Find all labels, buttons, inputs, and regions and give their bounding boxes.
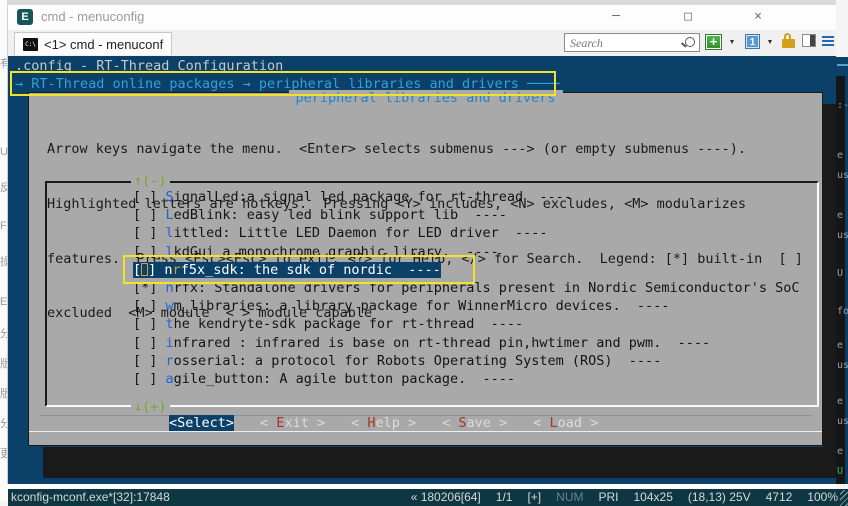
menu-item[interactable]: [ ] littled: Little LED Daemon for LED d…: [47, 224, 815, 242]
status-segment[interactable]: 104x25: [634, 489, 673, 506]
close-button[interactable]: ×: [743, 7, 773, 27]
background-text-fragment: 分: [0, 328, 7, 340]
menu-item[interactable]: [ ] rosserial: a protocol for Robots Ope…: [47, 352, 815, 370]
tab-cmd-menuconfig[interactable]: C:\ <1> cmd - menuconf: [14, 32, 172, 55]
background-text-fragment: U: [0, 146, 7, 158]
background-text-fragment: us: [837, 230, 848, 241]
background-text-fragment: U: [837, 268, 843, 279]
dialog-button-help[interactable]: < Help >: [351, 415, 416, 432]
new-console-button[interactable]: +: [705, 34, 722, 50]
menu-item[interactable]: [ ] the kendryte-sdk package for rt-thre…: [47, 315, 815, 333]
background-text-fragment: 更: [0, 448, 7, 460]
background-text-fragment: us: [837, 170, 848, 181]
conemu-window: E cmd - menuconfig ─ □ × C:\ <1> cmd - m…: [7, 5, 836, 484]
menu-list: [ ] SignalLed:a signal led package for r…: [47, 188, 815, 405]
scroll-down-indicator: ↓(+): [131, 399, 170, 415]
console-list-dropdown-icon[interactable]: ▼: [765, 34, 775, 52]
status-segment[interactable]: (18,13) 25V: [688, 489, 751, 506]
title-bar[interactable]: E cmd - menuconfig ─ □ ×: [8, 5, 836, 30]
search-icon[interactable]: [685, 37, 695, 47]
background-text-fragment: 版: [0, 388, 7, 400]
menu-item[interactable]: [ ] SignalLed:a signal led package for r…: [47, 188, 815, 206]
background-window-right: :-euseusUfoeuseuseU: [836, 0, 848, 501]
background-text-fragment: E: [0, 296, 7, 308]
background-text-fragment: :-: [837, 100, 848, 111]
search-input[interactable]: [568, 35, 684, 52]
search-box[interactable]: [564, 33, 700, 52]
status-segments: « 180206[64] 1/1 [+] NUM PRI 104x25 (18,13) 25…: [411, 489, 838, 506]
dialog-button-select[interactable]: <Select>: [169, 415, 234, 432]
menu-item[interactable]: [ ] agile_button: A agile button package…: [47, 370, 815, 388]
new-console-dropdown-icon[interactable]: ▼: [727, 34, 737, 52]
console-panel-icon[interactable]: [802, 34, 816, 47]
background-text-fragment: fo: [837, 306, 848, 317]
dialog-button-row: <Select> < Exit > < Help > < Save > < Load >: [169, 415, 598, 432]
status-segment[interactable]: NUM: [556, 489, 583, 506]
conemu-app-icon: E: [17, 9, 33, 25]
background-text-fragment: us: [837, 360, 848, 371]
background-text-fragment: e: [837, 446, 843, 457]
maximize-button[interactable]: □: [673, 7, 703, 27]
dialog-bottom-highlight: [29, 431, 822, 432]
menu-hamburger-icon[interactable]: [822, 36, 834, 48]
status-bar: kconfig-mconf.exe*[32]:17848 « 180206[64…: [8, 489, 848, 506]
status-segment[interactable]: « 180206[64]: [411, 489, 481, 506]
background-text-fragment: e: [837, 150, 843, 161]
menu-item[interactable]: [ ] infrared : infrared is base on rt-th…: [47, 334, 815, 352]
resize-grip[interactable]: [840, 490, 848, 506]
tab-label: <1> cmd - menuconf: [44, 37, 163, 52]
terminal-area[interactable]: .config - RT-Thread Configuration → RT-T…: [8, 56, 836, 484]
window-title: cmd - menuconfig: [41, 9, 144, 24]
background-console-strip: :-euseusUfoeuseuseU: [836, 76, 848, 484]
menu-list-box: ↑(-) [ ] SignalLed:a signal led package …: [45, 181, 819, 407]
menu-item[interactable]: [ ] LedBlink: easy led blink support lib…: [47, 206, 815, 224]
menu-item[interactable]: [ ] wm_libraries: a library package for …: [47, 297, 815, 315]
background-text-fragment: 反: [0, 182, 7, 194]
status-process: kconfig-mconf.exe*[32]:17848: [11, 489, 170, 506]
status-segment[interactable]: 1/1: [496, 489, 513, 506]
desktop-sliver-left: 有U反F操E分版版分更: [0, 0, 7, 501]
status-segment[interactable]: [+]: [527, 489, 541, 506]
cmd-icon: C:\: [23, 38, 38, 51]
background-text-fragment: e: [837, 340, 843, 351]
tab-bar: C:\ <1> cmd - menuconf + ▼ 1 ▼: [8, 30, 836, 56]
status-segment[interactable]: 4712: [766, 489, 793, 506]
background-text-fragment: U: [837, 466, 843, 477]
status-segment[interactable]: 100%: [807, 489, 838, 506]
background-window-titlebar: [836, 57, 848, 76]
background-text-fragment: 分: [0, 418, 7, 430]
background-text-fragment: F: [0, 220, 7, 232]
status-segment[interactable]: PRI: [598, 489, 618, 506]
minimize-button[interactable]: ─: [601, 7, 631, 27]
background-text-fragment: 版: [0, 358, 7, 370]
dialog-button-save[interactable]: < Save >: [442, 415, 507, 432]
dialog-button-load[interactable]: < Load >: [533, 415, 598, 432]
dialog-button-exit[interactable]: < Exit >: [260, 415, 325, 432]
dialog-shadow-bottom: [43, 447, 836, 478]
dialog-shadow-right: [823, 104, 836, 478]
annotation-box-breadcrumb: [10, 71, 556, 96]
console-number-icon[interactable]: 1: [745, 34, 760, 49]
background-text-fragment: e: [837, 210, 843, 221]
background-text-fragment: 操: [0, 256, 7, 268]
background-window-highlight: [837, 64, 848, 66]
background-text-fragment: e: [837, 396, 843, 407]
scroll-up-indicator: ↑(-): [131, 173, 170, 189]
background-text-fragment: us: [837, 416, 848, 427]
lock-icon[interactable]: [782, 39, 795, 48]
annotation-box-selected-item: [123, 255, 475, 284]
background-text-fragment: 有: [0, 58, 7, 70]
